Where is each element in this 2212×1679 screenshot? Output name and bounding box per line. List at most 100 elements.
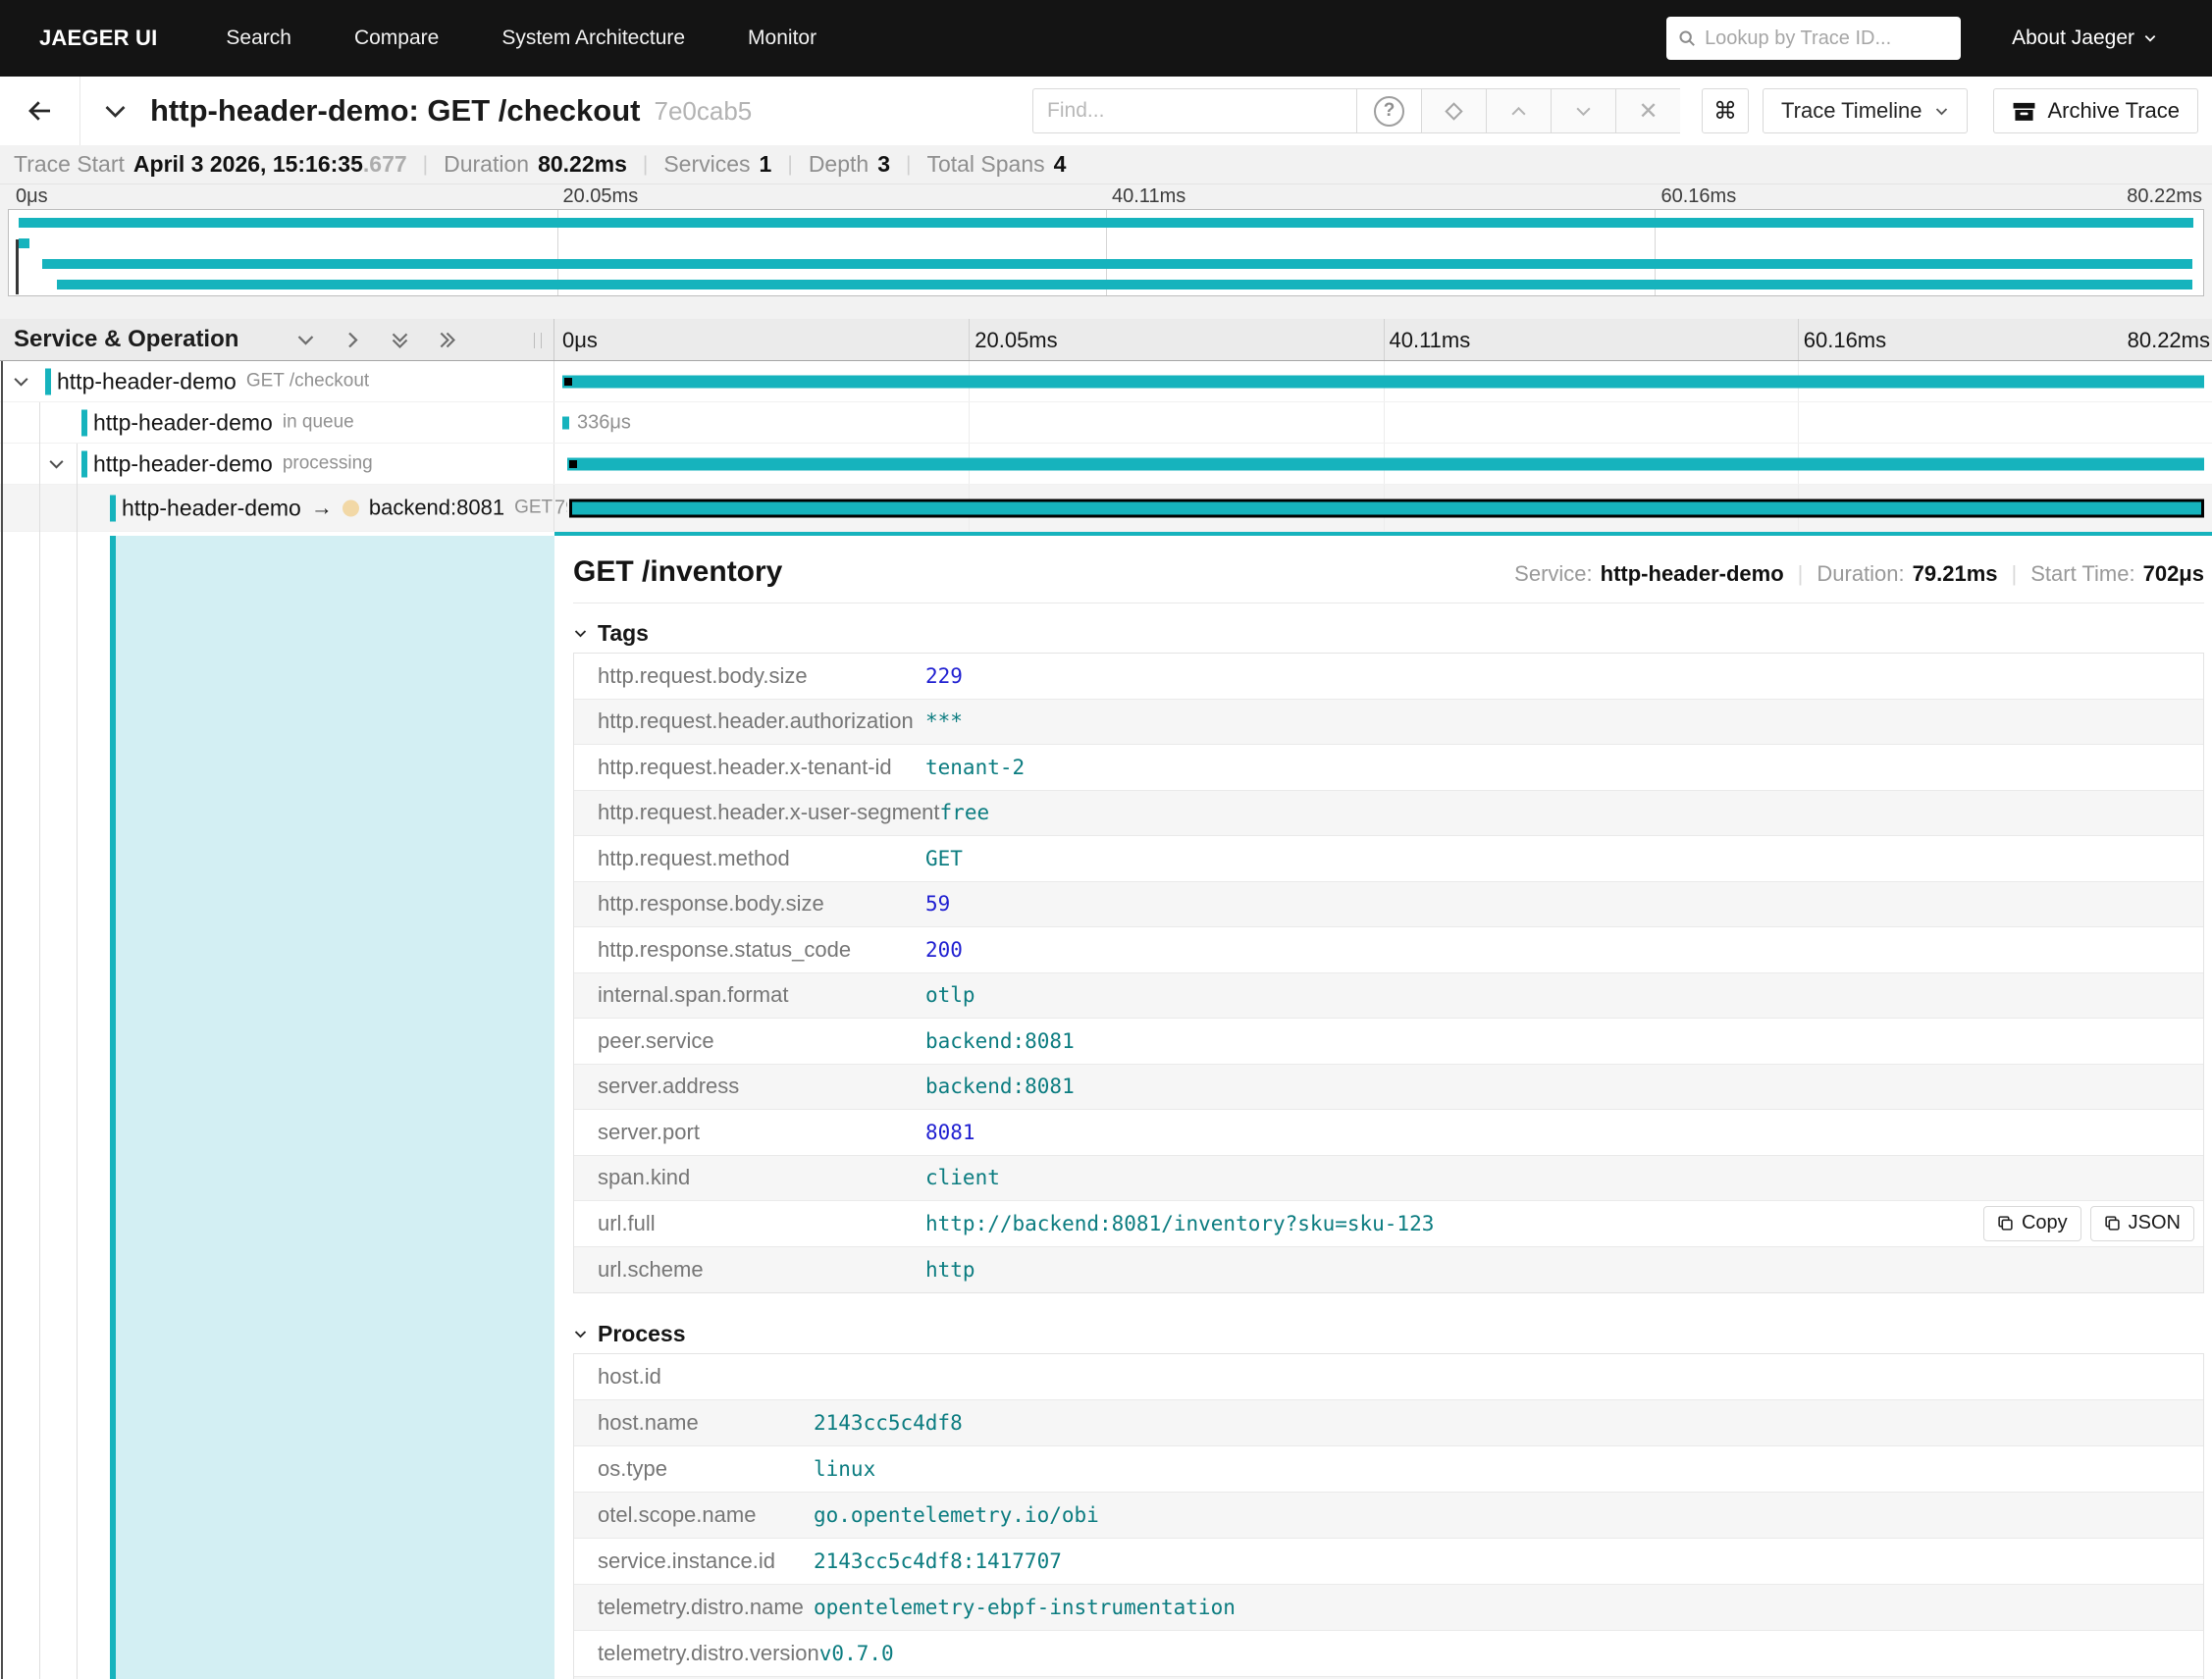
process-row[interactable]: host.name 2143cc5c4df8 [574,1400,2203,1446]
search-icon [1678,29,1696,47]
process-row[interactable]: otel.scope.name go.opentelemetry.io/obi [574,1493,2203,1539]
timeline-gridline [1797,319,1799,360]
keyboard-shortcuts-button[interactable]: ⌘ [1702,88,1750,133]
kv-key: os.type [598,1456,667,1481]
span-tree-cell[interactable]: http-header-demo processing [0,444,554,484]
span-duration-bar[interactable] [567,457,2204,470]
kv-value: 59 [925,892,951,917]
collapse-one-icon[interactable] [295,330,316,350]
process-row[interactable]: host.id [574,1354,2203,1400]
nav-item-search[interactable]: Search [226,26,291,50]
span-track[interactable]: 336μs [554,402,2212,443]
tag-row[interactable]: span.kind client [574,1155,2203,1201]
nav-item-monitor[interactable]: Monitor [748,26,816,50]
tag-row[interactable]: http.request.header.x-tenant-id tenant-2 [574,745,2203,791]
child-span-marker [569,459,577,468]
kv-key: http.request.header.x-user-segment [598,800,940,825]
view-json-button[interactable]: JSON [2089,1205,2194,1241]
find-help-button[interactable]: ? [1356,88,1422,133]
span-labels: http-header-demo in queue [93,409,354,436]
minimap-span-bar [57,280,2192,289]
span-row[interactable]: http-header-demo processing [0,444,2212,485]
span-expand-chevron-icon[interactable] [47,454,66,473]
process-row[interactable]: service.instance.id 2143cc5c4df8:1417707 [574,1539,2203,1585]
find-clear-button[interactable]: ✕ [1615,88,1681,133]
span-duration-bar[interactable] [561,416,570,429]
archive-trace-button[interactable]: Archive Trace [1992,88,2198,133]
column-resize-handle[interactable] [534,333,542,348]
kv-value: GET [925,846,963,870]
minimap-canvas[interactable] [8,209,2204,296]
span-tree-cell[interactable]: http-header-demo → backend:8081 GET ... [0,485,554,531]
find-input[interactable] [1032,88,1357,133]
tag-row[interactable]: url.full http://backend:8081/inventory?sk… [574,1201,2203,1247]
process-section-toggle[interactable]: Process [573,1317,2204,1350]
trace-lookup[interactable] [1666,17,1966,60]
summary-value: 1 [759,151,772,177]
tag-row[interactable]: http.response.status_code 200 [574,927,2203,973]
span-row[interactable]: http-header-demo in queue 336μs [0,402,2212,444]
meta-separator: | [2011,561,2018,586]
span-duration-bar[interactable] [561,375,2204,388]
tick-label: 60.16ms [1660,185,1737,207]
expand-all-icon[interactable] [437,330,457,350]
expand-one-icon[interactable] [342,330,363,350]
top-nav: JAEGER UI Search Compare System Architectu… [0,0,2212,77]
summary-value-ms: .677 [362,151,407,177]
span-tree-cell[interactable]: http-header-demo GET /checkout [0,361,554,401]
summary-value: 3 [877,151,890,177]
span-duration-bar[interactable] [568,498,2205,517]
process-row[interactable]: telemetry.distro.version v0.7.0 [574,1631,2203,1677]
minimap-span-bar [19,218,2193,228]
tag-row[interactable]: url.scheme http [574,1246,2203,1292]
archive-icon [2012,99,2036,124]
span-track[interactable]: 79.21ms [554,485,2212,531]
meta-label: Service: [1514,561,1593,586]
tag-row[interactable]: server.address backend:8081 [574,1064,2203,1110]
focus-icon [1445,101,1463,121]
process-row[interactable]: telemetry.distro.name opentelemetry-ebpf-… [574,1585,2203,1631]
collapse-all-icon[interactable] [390,330,410,350]
span-row[interactable]: http-header-demo GET /checkout [0,361,2212,402]
span-expand-chevron-icon[interactable] [12,372,30,391]
span-service-name: http-header-demo [93,409,273,435]
find-prev-button[interactable] [1486,88,1552,133]
tag-row[interactable]: http.request.body.size 229 [574,654,2203,700]
timeline-column-header: Service & Operation 0μs 20.05ms 40.11ms 60.… [0,319,2212,361]
find-next-button[interactable] [1551,88,1616,133]
timeline-gridline [1383,319,1385,360]
kv-value: 200 [925,937,963,962]
trace-id-short: 7e0cab5 [654,95,753,126]
nav-item-compare[interactable]: Compare [354,26,439,50]
trace-lookup-input[interactable] [1705,26,1966,50]
tag-row[interactable]: peer.service backend:8081 [574,1019,2203,1065]
tag-row[interactable]: internal.span.format otlp [574,972,2203,1019]
copy-icon [2104,1215,2121,1232]
summary-value: April 3 2026, 15:16:35 [132,151,363,177]
process-row[interactable]: os.type linux [574,1446,2203,1493]
span-rows: http-header-demo GET /checkout http-header… [0,361,2212,532]
summary-separator: | [787,152,793,176]
app-brand[interactable]: JAEGER UI [39,26,157,51]
about-jaeger-menu[interactable]: About Jaeger [2012,26,2157,50]
span-row[interactable]: http-header-demo → backend:8081 GET ...79.2… [0,485,2212,532]
tag-row[interactable]: http.response.body.size 59 [574,881,2203,927]
find-focus-button[interactable] [1421,88,1487,133]
span-tree-cell[interactable]: http-header-demo in queue [0,402,554,443]
kv-value: free [939,801,990,825]
trace-collapse-toggle[interactable] [102,98,129,125]
copy-value-button[interactable]: Copy [1982,1205,2081,1241]
tags-section-toggle[interactable]: Tags [573,616,2204,650]
tag-row[interactable]: server.port 8081 [574,1110,2203,1156]
tag-row[interactable]: http.request.header.x-user-segment free [574,790,2203,836]
tag-row[interactable]: http.request.method GET [574,836,2203,882]
kv-key: server.address [598,1074,740,1099]
span-track[interactable] [554,361,2212,401]
nav-item-system-architecture[interactable]: System Architecture [501,26,685,50]
tag-row[interactable]: http.request.header.authorization *** [574,699,2203,745]
span-track[interactable] [554,444,2212,484]
trace-view-dropdown[interactable]: Trace Timeline [1763,88,1968,133]
child-span-marker [563,377,572,386]
back-button[interactable] [0,77,80,145]
span-operation-name: GET /checkout [245,370,370,392]
